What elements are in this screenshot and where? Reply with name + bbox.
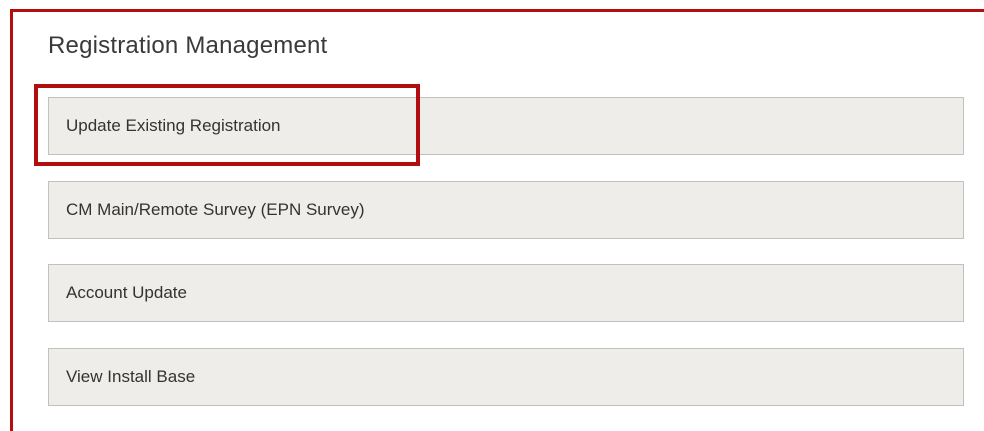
update-existing-registration-button[interactable]: Update Existing Registration bbox=[48, 97, 964, 155]
option-label: CM Main/Remote Survey (EPN Survey) bbox=[66, 200, 365, 219]
section-title: Registration Management bbox=[48, 32, 328, 59]
option-label: View Install Base bbox=[66, 367, 196, 386]
option-label: Update Existing Registration bbox=[66, 116, 281, 135]
account-update-button[interactable]: Account Update bbox=[48, 264, 964, 322]
option-label: Account Update bbox=[66, 283, 187, 302]
cm-main-remote-survey-button[interactable]: CM Main/Remote Survey (EPN Survey) bbox=[48, 181, 964, 239]
view-install-base-button[interactable]: View Install Base bbox=[48, 348, 964, 406]
